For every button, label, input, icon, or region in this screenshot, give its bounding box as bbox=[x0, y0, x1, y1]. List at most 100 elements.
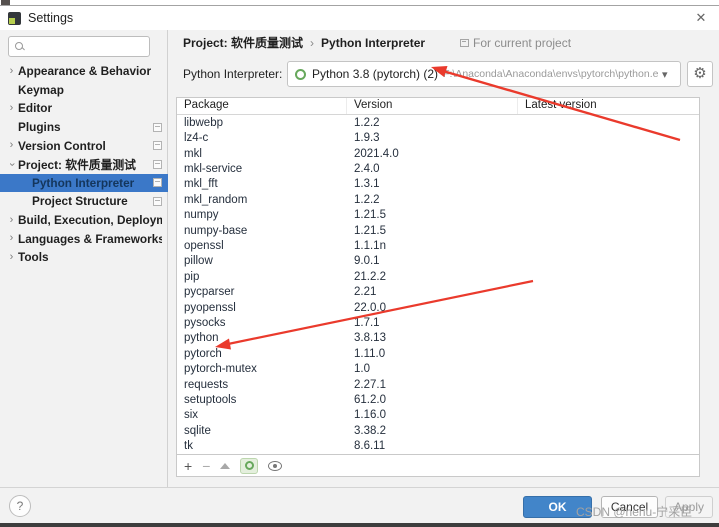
interpreter-select[interactable]: Python 3.8 (pytorch) (2) F:\Anaconda\Ana… bbox=[287, 61, 681, 87]
scope-indicator: For current project bbox=[460, 36, 571, 50]
chevron-down-icon: ▾ bbox=[662, 68, 674, 81]
sidebar-item-label: Version Control bbox=[18, 139, 153, 153]
sidebar-item-label: Build, Execution, Deployment bbox=[18, 213, 162, 227]
help-button[interactable]: ? bbox=[9, 495, 31, 517]
package-name-cell: setuptools bbox=[177, 394, 347, 406]
table-row[interactable]: python3.8.13 bbox=[177, 331, 699, 346]
chevron-right-icon[interactable]: › bbox=[5, 102, 18, 115]
package-name-cell: mkl_random bbox=[177, 194, 347, 206]
sidebar-item-project[interactable]: ›Project: 软件质量测试 bbox=[0, 155, 168, 174]
sidebar-item-project-structure[interactable]: Project Structure bbox=[0, 192, 168, 211]
use-conda-toggle[interactable] bbox=[240, 458, 258, 474]
table-row[interactable]: setuptools61.2.0 bbox=[177, 392, 699, 407]
table-row[interactable]: pytorch1.11.0 bbox=[177, 346, 699, 361]
package-name-cell: mkl_fft bbox=[177, 178, 347, 190]
sidebar-item-version-control[interactable]: ›Version Control bbox=[0, 136, 168, 155]
column-header-package[interactable]: Package bbox=[177, 98, 347, 114]
version-cell: 1.11.0 bbox=[347, 348, 518, 360]
breadcrumb: Project: 软件质量测试 › Python Interpreter For… bbox=[183, 34, 571, 51]
package-name-cell: pyopenssl bbox=[177, 302, 347, 314]
table-row[interactable]: pysocks1.7.1 bbox=[177, 315, 699, 330]
version-cell: 3.8.13 bbox=[347, 332, 518, 344]
sidebar-item-editor[interactable]: ›Editor bbox=[0, 99, 168, 118]
current-project-icon bbox=[460, 39, 469, 47]
chevron-right-icon[interactable]: › bbox=[5, 214, 18, 227]
search-input[interactable] bbox=[8, 36, 150, 57]
close-icon[interactable]: ✕ bbox=[693, 10, 709, 26]
sidebar-item-label: Project: 软件质量测试 bbox=[18, 156, 153, 173]
package-name-cell: mkl-service bbox=[177, 163, 347, 175]
version-cell: 1.9.3 bbox=[347, 132, 518, 144]
table-row[interactable]: mkl2021.4.0 bbox=[177, 146, 699, 161]
sidebar-item-label: Keymap bbox=[18, 83, 162, 97]
table-row[interactable]: pillow9.0.1 bbox=[177, 254, 699, 269]
interpreter-path: F:\Anaconda\Anaconda\envs\pytorch\python… bbox=[443, 68, 658, 80]
sidebar-items: ›Appearance & BehaviorKeymap›EditorPlugi… bbox=[0, 62, 168, 267]
version-cell: 1.2.2 bbox=[347, 117, 518, 129]
scope-label: For current project bbox=[473, 36, 571, 50]
table-row[interactable]: pyopenssl22.0.0 bbox=[177, 300, 699, 315]
version-cell: 1.7.1 bbox=[347, 317, 518, 329]
table-row[interactable]: libwebp1.2.2 bbox=[177, 115, 699, 130]
table-row[interactable]: numpy1.21.5 bbox=[177, 207, 699, 222]
chevron-right-icon[interactable]: › bbox=[5, 139, 18, 152]
conda-icon bbox=[245, 461, 254, 470]
package-table: Package Version Latest version libwebp1.… bbox=[176, 97, 700, 455]
table-row[interactable]: six1.16.0 bbox=[177, 408, 699, 423]
table-row[interactable]: tk8.6.11 bbox=[177, 439, 699, 454]
breadcrumb-project[interactable]: Project: 软件质量测试 bbox=[183, 34, 303, 51]
version-cell: 1.2.2 bbox=[347, 194, 518, 206]
sidebar-item-label: Languages & Frameworks bbox=[18, 232, 162, 246]
remove-package-button[interactable]: − bbox=[202, 459, 210, 473]
column-header-latest-version[interactable]: Latest version bbox=[518, 98, 699, 114]
package-name-cell: pip bbox=[177, 271, 347, 283]
column-header-version[interactable]: Version bbox=[347, 98, 518, 114]
table-row[interactable]: pytorch-mutex1.0 bbox=[177, 362, 699, 377]
package-table-body: libwebp1.2.2lz4-c1.9.3mkl2021.4.0mkl-ser… bbox=[177, 115, 699, 454]
add-package-button[interactable]: + bbox=[184, 459, 192, 473]
table-row[interactable]: mkl-service2.4.0 bbox=[177, 161, 699, 176]
chevron-right-icon[interactable]: › bbox=[5, 251, 18, 264]
eye-icon[interactable] bbox=[268, 461, 282, 471]
package-name-cell: mkl bbox=[177, 148, 347, 160]
chevron-right-icon[interactable]: › bbox=[5, 232, 18, 245]
table-row[interactable]: pycparser2.21 bbox=[177, 284, 699, 299]
interpreter-row: Python Interpreter: Python 3.8 (pytorch)… bbox=[183, 61, 713, 87]
upgrade-package-icon[interactable] bbox=[220, 463, 230, 469]
sidebar-item-keymap[interactable]: Keymap bbox=[0, 81, 168, 100]
per-project-settings-icon bbox=[153, 123, 162, 132]
chevron-right-icon[interactable]: › bbox=[5, 65, 18, 78]
sidebar-item-label: Python Interpreter bbox=[32, 176, 153, 190]
version-cell: 3.38.2 bbox=[347, 425, 518, 437]
sidebar-item-appearance-behavior[interactable]: ›Appearance & Behavior bbox=[0, 62, 168, 81]
per-project-settings-icon bbox=[153, 160, 162, 169]
version-cell: 1.1.1n bbox=[347, 240, 518, 252]
interpreter-label: Python Interpreter: bbox=[183, 67, 287, 81]
table-row[interactable]: mkl_random1.2.2 bbox=[177, 192, 699, 207]
per-project-settings-icon bbox=[153, 197, 162, 206]
table-row[interactable]: sqlite3.38.2 bbox=[177, 423, 699, 438]
breadcrumb-separator-icon: › bbox=[310, 36, 314, 50]
sidebar-item-languages-frameworks[interactable]: ›Languages & Frameworks bbox=[0, 229, 168, 248]
sidebar-item-build-execution-deployment[interactable]: ›Build, Execution, Deployment bbox=[0, 211, 168, 230]
sidebar-item-python-interpreter[interactable]: Python Interpreter bbox=[0, 174, 168, 193]
table-row[interactable]: numpy-base1.21.5 bbox=[177, 223, 699, 238]
per-project-settings-icon bbox=[153, 141, 162, 150]
per-project-settings-icon bbox=[153, 178, 162, 187]
package-name-cell: openssl bbox=[177, 240, 347, 252]
table-row[interactable]: requests2.27.1 bbox=[177, 377, 699, 392]
settings-sidebar: ›Appearance & BehaviorKeymap›EditorPlugi… bbox=[0, 30, 168, 487]
chevron-down-icon[interactable]: › bbox=[5, 158, 18, 171]
table-row[interactable]: pip21.2.2 bbox=[177, 269, 699, 284]
version-cell: 2.4.0 bbox=[347, 163, 518, 175]
version-cell: 2.27.1 bbox=[347, 379, 518, 391]
sidebar-item-label: Editor bbox=[18, 101, 162, 115]
sidebar-item-plugins[interactable]: Plugins bbox=[0, 118, 168, 137]
table-row[interactable]: openssl1.1.1n bbox=[177, 238, 699, 253]
table-row[interactable]: lz4-c1.9.3 bbox=[177, 130, 699, 145]
interpreter-value: Python 3.8 (pytorch) (2) bbox=[312, 67, 438, 81]
package-name-cell: pillow bbox=[177, 255, 347, 267]
table-row[interactable]: mkl_fft1.3.1 bbox=[177, 177, 699, 192]
gear-icon[interactable]: ⚙ bbox=[687, 61, 713, 87]
sidebar-item-tools[interactable]: ›Tools bbox=[0, 248, 168, 267]
